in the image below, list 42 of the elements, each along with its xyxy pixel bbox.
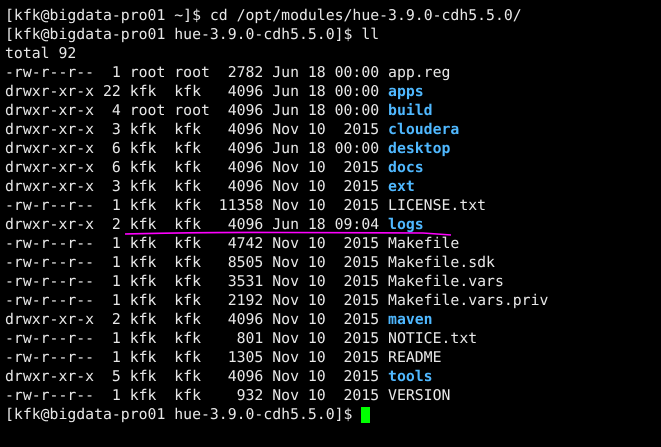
file-info: -rw-r--r-- 1 kfk kfk 2192 Nov 10 2015 <box>5 291 380 310</box>
file-info: drwxr-xr-x 6 kfk kfk 4096 Jun 18 00:00 <box>5 139 380 158</box>
file-name: Makefile.vars <box>388 272 504 291</box>
shell-prompt: [kfk@bigdata-pro01 ~]$ <box>5 6 201 25</box>
directory-name: cloudera <box>388 120 460 139</box>
file-info: drwxr-xr-x 4 root root 4096 Jun 18 00:00 <box>5 101 380 120</box>
file-name: NOTICE.txt <box>388 329 478 348</box>
file-info: -rw-r--r-- 1 kfk kfk 3531 Nov 10 2015 <box>5 272 380 291</box>
directory-name: apps <box>388 82 424 101</box>
file-info: drwxr-xr-x 22 kfk kfk 4096 Jun 18 00:00 <box>5 82 380 101</box>
file-info: drwxr-xr-x 2 kfk kfk 4096 Jun 18 09:04 <box>5 215 380 234</box>
file-info: drwxr-xr-x 5 kfk kfk 4096 Nov 10 2015 <box>5 367 380 386</box>
shell-prompt: [kfk@bigdata-pro01 hue-3.9.0-cdh5.5.0]$ <box>5 405 352 424</box>
command-text: ll <box>361 25 380 44</box>
directory-name: logs <box>388 215 424 234</box>
command-text: cd /opt/modules/hue-3.9.0-cdh5.5.0/ <box>210 6 522 25</box>
file-info: drwxr-xr-x 6 kfk kfk 4096 Nov 10 2015 <box>5 158 380 177</box>
directory-name: maven <box>388 310 433 329</box>
file-info: drwxr-xr-x 2 kfk kfk 4096 Nov 10 2015 <box>5 310 380 329</box>
file-info: drwxr-xr-x 3 kfk kfk 4096 Nov 10 2015 <box>5 120 380 139</box>
file-info: -rw-r--r-- 1 root root 2782 Jun 18 00:00 <box>5 63 380 82</box>
output-text: total 92 <box>5 44 76 63</box>
file-name: Makefile.vars.priv <box>388 291 548 310</box>
directory-name: build <box>388 101 433 120</box>
file-name: VERSION <box>388 386 450 405</box>
file-name: app.reg <box>388 63 450 82</box>
file-name: Makefile.sdk <box>388 253 495 272</box>
file-name: README <box>388 348 442 367</box>
file-name: LICENSE.txt <box>388 196 486 215</box>
file-info: -rw-r--r-- 1 kfk kfk 11358 Nov 10 2015 <box>5 196 380 215</box>
file-info: -rw-r--r-- 1 kfk kfk 4742 Nov 10 2015 <box>5 234 380 253</box>
directory-name: desktop <box>388 139 450 158</box>
directory-name: docs <box>388 158 424 177</box>
file-name: Makefile <box>388 234 460 253</box>
file-info: -rw-r--r-- 1 kfk kfk 8505 Nov 10 2015 <box>5 253 380 272</box>
file-info: -rw-r--r-- 1 kfk kfk 1305 Nov 10 2015 <box>5 348 380 367</box>
file-info: -rw-r--r-- 1 kfk kfk 801 Nov 10 2015 <box>5 329 380 348</box>
shell-prompt: [kfk@bigdata-pro01 hue-3.9.0-cdh5.5.0]$ <box>5 25 352 44</box>
file-info: drwxr-xr-x 3 kfk kfk 4096 Nov 10 2015 <box>5 177 380 196</box>
file-info: -rw-r--r-- 1 kfk kfk 932 Nov 10 2015 <box>5 386 380 405</box>
directory-name: tools <box>388 367 433 386</box>
directory-name: ext <box>388 177 415 196</box>
